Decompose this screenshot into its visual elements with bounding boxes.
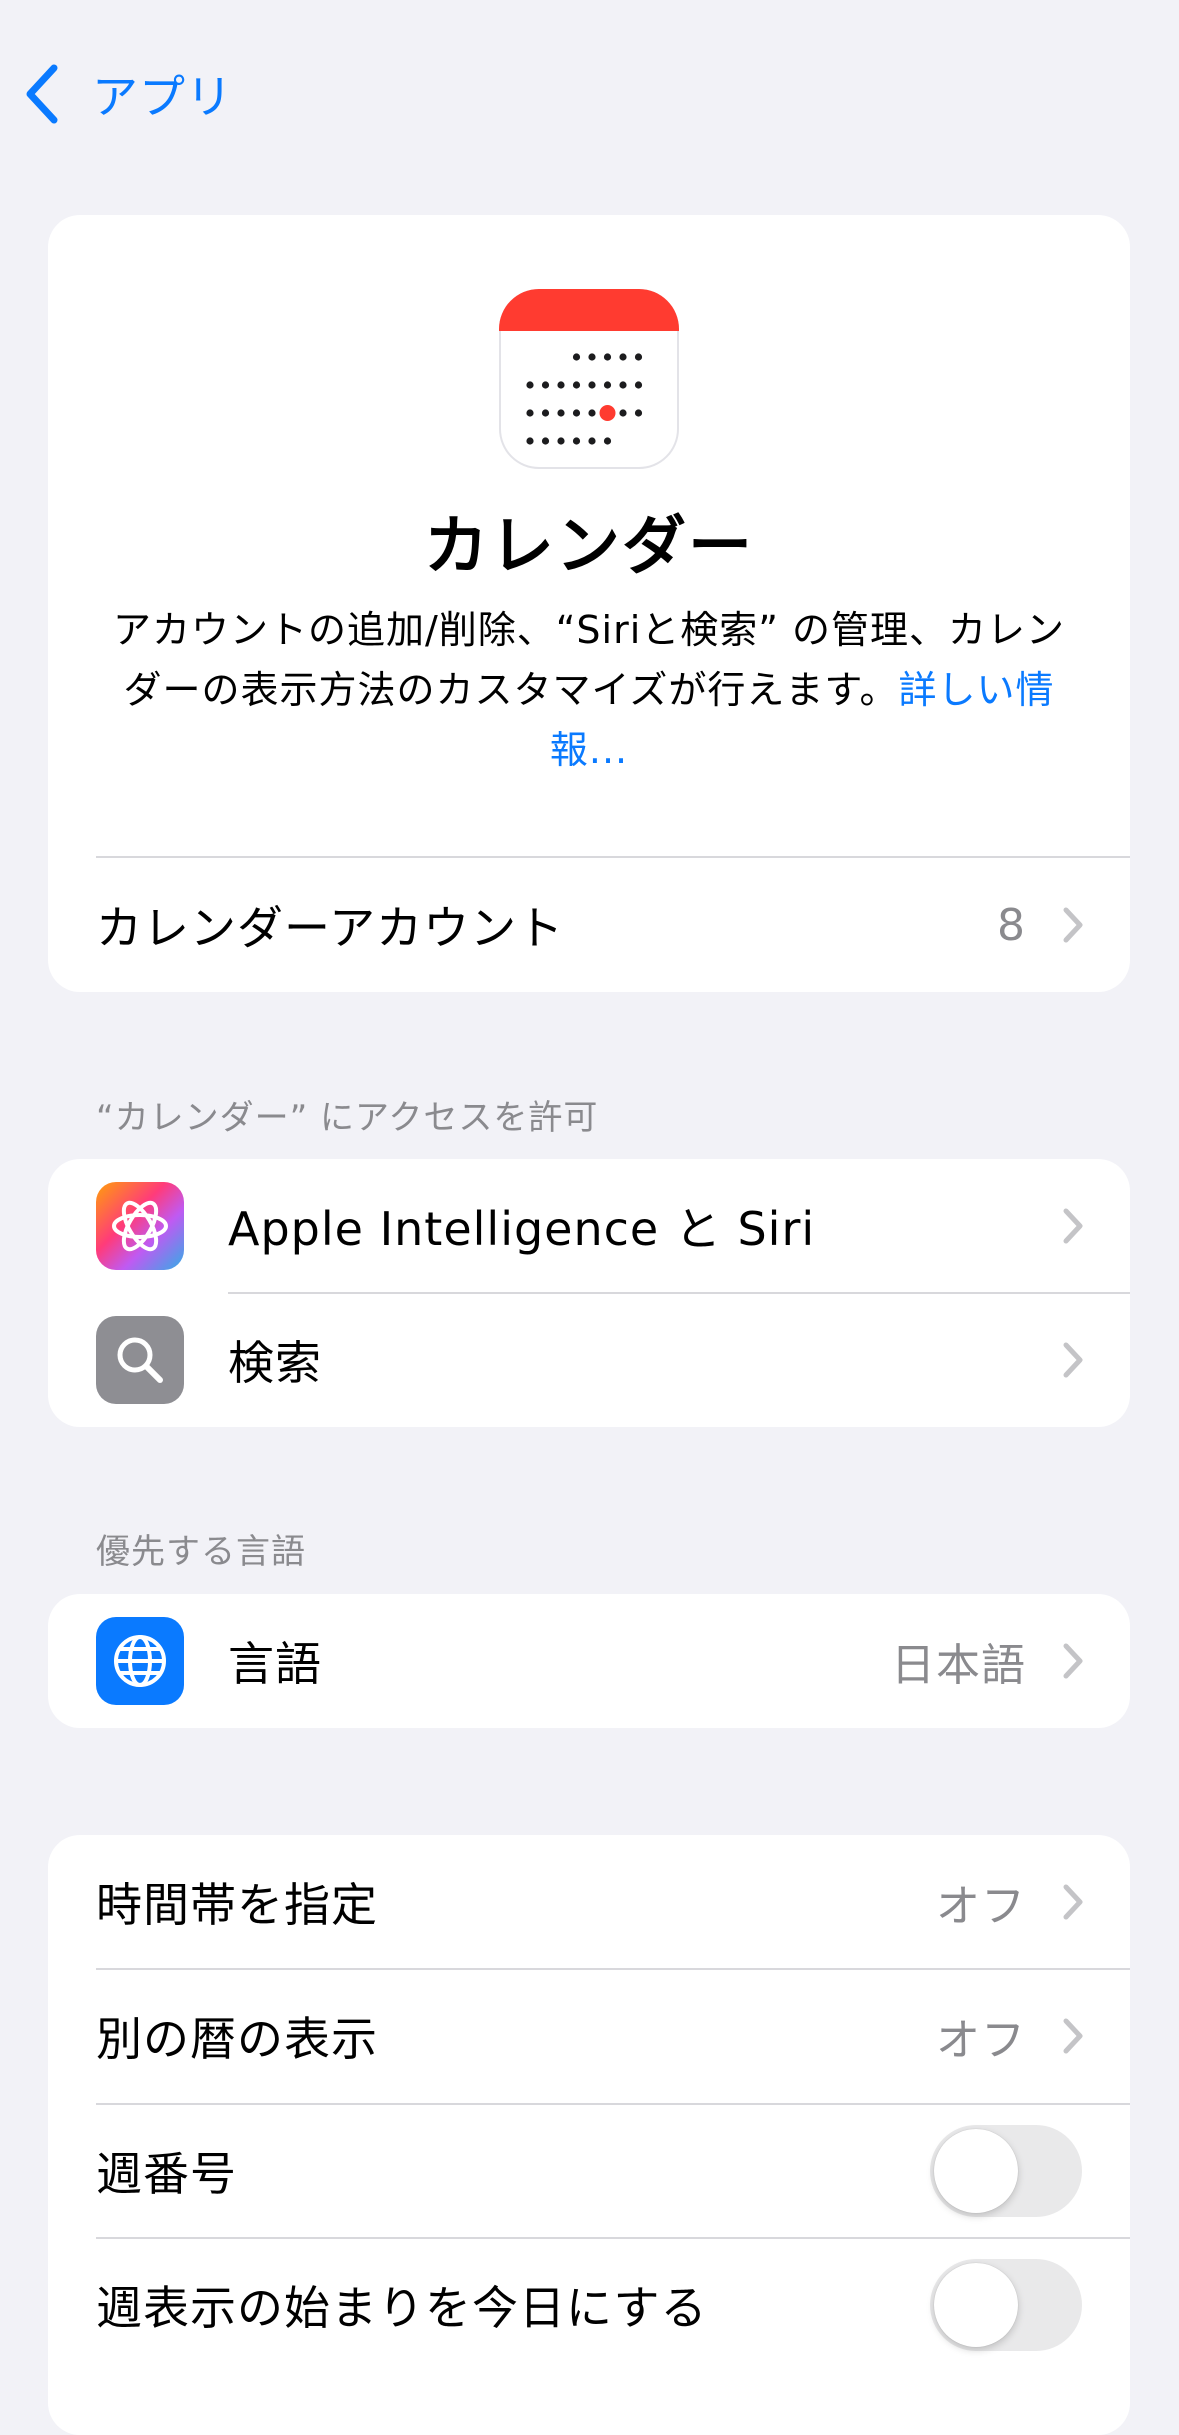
time-zone-label: 時間帯を指定	[96, 1878, 378, 1932]
alternate-calendar-row[interactable]: 別の暦の表示 オフ	[48, 1969, 1130, 2103]
access-card: Apple Intelligence と Siri 検索	[48, 1159, 1130, 1427]
chevron-right-icon	[1063, 2018, 1083, 2054]
language-card: 言語 日本語	[48, 1594, 1130, 1728]
chevron-right-icon	[1063, 1342, 1083, 1378]
start-week-today-label: 週表示の始まりを今日にする	[96, 2281, 708, 2335]
apple-intelligence-siri-row[interactable]: Apple Intelligence と Siri	[48, 1159, 1130, 1293]
alternate-calendar-label: 別の暦の表示	[96, 2012, 378, 2066]
language-label: 言語	[228, 1637, 322, 1691]
week-numbers-toggle[interactable]	[930, 2125, 1082, 2217]
navigation-bar: アプリ	[0, 0, 1179, 190]
back-label: アプリ	[92, 70, 233, 124]
time-zone-row[interactable]: 時間帯を指定 オフ	[48, 1835, 1130, 1969]
search-row[interactable]: 検索	[48, 1293, 1130, 1427]
alternate-calendar-value: オフ	[936, 2015, 1026, 2066]
apple-intelligence-icon	[96, 1182, 184, 1270]
back-button[interactable]: アプリ	[22, 58, 233, 130]
time-zone-value: オフ	[936, 1881, 1026, 1932]
start-week-today-toggle[interactable]	[930, 2259, 1082, 2351]
search-label: 検索	[228, 1336, 322, 1390]
globe-icon	[96, 1617, 184, 1705]
page-title: カレンダー	[424, 510, 754, 584]
chevron-right-icon	[1063, 1643, 1083, 1679]
app-info-card: カレンダー アカウントの追加/削除、“Siriと検索” の管理、カレンダーの表示…	[48, 215, 1130, 992]
language-row[interactable]: 言語 日本語	[48, 1594, 1130, 1728]
calendar-accounts-count: 8	[997, 899, 1026, 951]
week-numbers-label: 週番号	[96, 2147, 237, 2201]
calendar-settings-card: 時間帯を指定 オフ 別の暦の表示 オフ 週番号 週表示の始まりを今日にする	[48, 1835, 1130, 2435]
app-description: アカウントの追加/削除、“Siriと検索” の管理、カレンダーの表示方法のカスタ…	[96, 600, 1082, 780]
calendar-app-icon	[499, 289, 679, 469]
apple-intelligence-siri-label: Apple Intelligence と Siri	[228, 1202, 816, 1256]
chevron-right-icon	[1063, 1884, 1083, 1920]
chevron-left-icon	[26, 64, 58, 124]
week-numbers-row: 週番号	[48, 2104, 1130, 2238]
calendar-accounts-row[interactable]: カレンダーアカウント 8	[48, 858, 1130, 992]
language-section-header: 優先する言語	[96, 1532, 306, 1572]
access-section-header: “カレンダー” にアクセスを許可	[96, 1098, 599, 1138]
chevron-right-icon	[1063, 907, 1083, 943]
language-value: 日本語	[891, 1640, 1026, 1691]
start-week-today-row: 週表示の始まりを今日にする	[48, 2238, 1130, 2372]
chevron-right-icon	[1063, 1208, 1083, 1244]
search-icon	[96, 1316, 184, 1404]
calendar-accounts-label: カレンダーアカウント	[96, 901, 565, 955]
